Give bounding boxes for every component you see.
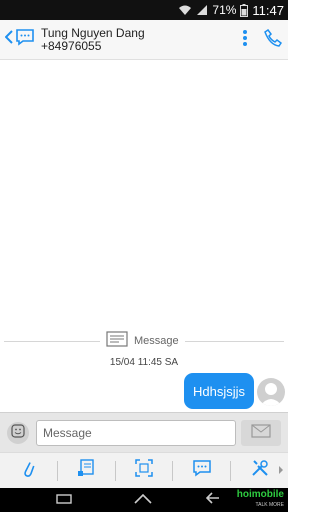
contact-info[interactable]: Tung Nguyen Dang +84976055 xyxy=(41,25,145,53)
settings-tools-icon xyxy=(250,458,270,483)
home-button[interactable] xyxy=(134,488,152,512)
call-icon[interactable] xyxy=(264,28,283,52)
message-type-icon xyxy=(106,331,128,350)
composer-bar xyxy=(0,412,288,452)
signal-icon xyxy=(196,4,208,16)
conversation-icon xyxy=(15,28,35,51)
battery-percent: 71% xyxy=(212,3,237,17)
attach-button[interactable] xyxy=(0,453,57,489)
contact-name: Tung Nguyen Dang xyxy=(41,25,145,40)
attachment-toolbar xyxy=(0,452,288,488)
message-type-text: Message xyxy=(134,334,179,347)
send-envelope-icon xyxy=(251,423,271,443)
conversation-header: Tung Nguyen Dang +84976055 xyxy=(0,20,288,60)
avatar[interactable] xyxy=(257,378,285,406)
expand-button[interactable] xyxy=(116,453,173,489)
watermark-logo: hoimobile TALK MORE xyxy=(237,490,284,510)
attach-icon xyxy=(21,458,35,483)
message-type-label: Message xyxy=(100,331,185,350)
send-button[interactable] xyxy=(241,420,281,446)
recent-apps-icon xyxy=(56,491,72,509)
emoji-button[interactable] xyxy=(7,422,29,444)
conversation-area[interactable]: Message 15/04 11:45 SA Hdhsjsjjs xyxy=(0,60,288,412)
template-button[interactable] xyxy=(58,453,115,489)
recent-apps-button[interactable] xyxy=(56,488,72,512)
battery-icon xyxy=(240,3,249,17)
back-arrow-icon xyxy=(205,491,220,509)
expand-icon xyxy=(135,459,153,482)
toolbar-more-button[interactable] xyxy=(274,453,288,489)
brand-tagline: TALK MORE xyxy=(255,502,284,508)
quick-reply-icon xyxy=(192,459,212,482)
chevron-right-icon xyxy=(278,462,284,480)
wifi-icon xyxy=(178,4,192,16)
navigation-bar: hoimobile TALK MORE xyxy=(0,488,288,512)
clock: 11:47 xyxy=(252,2,284,18)
template-icon xyxy=(77,459,95,482)
contact-phone: +84976055 xyxy=(41,38,102,53)
outgoing-message-bubble[interactable]: Hdhsjsjjs xyxy=(183,373,254,409)
brand-name: hoimobile xyxy=(236,489,284,500)
home-icon xyxy=(134,491,152,509)
message-input[interactable] xyxy=(36,420,236,446)
back-chevron-icon xyxy=(4,30,13,49)
back-nav-button[interactable] xyxy=(205,488,220,512)
smiley-icon xyxy=(11,423,25,443)
overflow-menu-icon[interactable] xyxy=(242,29,248,52)
message-timestamp: 15/04 11:45 SA xyxy=(109,357,179,368)
back-button[interactable] xyxy=(0,20,35,60)
status-bar: 71% 11:47 xyxy=(0,0,288,20)
quick-reply-button[interactable] xyxy=(173,453,230,489)
